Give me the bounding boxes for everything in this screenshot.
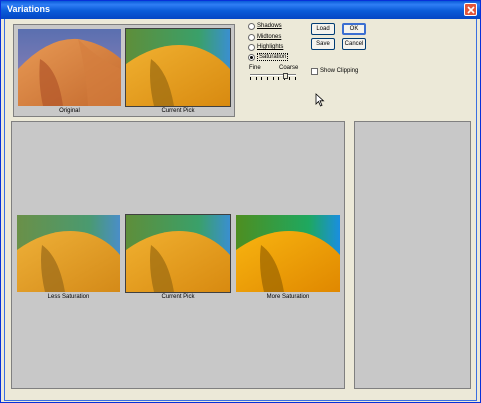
radio-shadows[interactable]: Shadows bbox=[248, 21, 282, 31]
more-saturation-caption: More Saturation bbox=[266, 294, 310, 300]
load-button[interactable]: Load bbox=[311, 23, 335, 35]
cancel-button[interactable]: Cancel bbox=[342, 38, 366, 50]
show-clipping-label: Show Clipping bbox=[320, 68, 359, 74]
main-current-pick-image bbox=[126, 215, 230, 292]
close-icon bbox=[467, 6, 475, 14]
current-pick-caption: Current Pick bbox=[161, 108, 195, 114]
radio-button[interactable] bbox=[248, 33, 255, 41]
less-saturation-caption: Less Saturation bbox=[47, 294, 90, 300]
current-pick-image bbox=[126, 29, 230, 106]
radio-midtones[interactable]: Midtones bbox=[248, 32, 281, 42]
coarse-label: Coarse bbox=[279, 65, 299, 71]
mouse-cursor-icon bbox=[315, 93, 325, 107]
original-caption: Original bbox=[59, 108, 80, 114]
main-current-pick-caption: Current Pick bbox=[161, 294, 195, 300]
radio-label-highlights: Highlights bbox=[257, 44, 284, 50]
brightness-side-panel bbox=[354, 121, 471, 389]
fine-coarse-slider-thumb[interactable] bbox=[283, 73, 288, 79]
radio-label-midtones: Midtones bbox=[257, 34, 282, 40]
main-current-pick-thumbnail[interactable] bbox=[125, 214, 231, 293]
more-saturation-thumbnail[interactable] bbox=[236, 215, 340, 292]
window-title: Variations bbox=[7, 4, 51, 14]
radio-button[interactable] bbox=[248, 43, 255, 51]
fine-coarse-slider-track[interactable] bbox=[250, 74, 296, 76]
original-thumbnail[interactable] bbox=[18, 29, 121, 106]
original-image bbox=[18, 29, 121, 106]
radio-button[interactable] bbox=[248, 22, 255, 30]
variations-window: Variations Original Current Pick Shadows… bbox=[0, 0, 481, 403]
ok-button[interactable]: OK bbox=[342, 23, 366, 35]
save-button[interactable]: Save bbox=[311, 38, 335, 50]
less-saturation-image bbox=[17, 215, 120, 292]
title-bar[interactable]: Variations bbox=[1, 1, 480, 19]
fine-label: Fine bbox=[249, 65, 261, 71]
close-button[interactable] bbox=[464, 3, 477, 16]
radio-saturation[interactable]: Saturation bbox=[248, 52, 289, 62]
radio-label-shadows: Shadows bbox=[257, 23, 282, 29]
variations-main-panel: Less Saturation Current Pick More Satura… bbox=[11, 121, 345, 389]
radio-highlights[interactable]: Highlights bbox=[248, 42, 283, 52]
radio-label-saturation: Saturation bbox=[257, 53, 289, 61]
slider-ticks bbox=[250, 77, 296, 80]
radio-button-checked[interactable] bbox=[248, 53, 255, 61]
show-clipping-checkbox[interactable] bbox=[311, 68, 318, 75]
less-saturation-thumbnail[interactable] bbox=[17, 215, 120, 292]
original-current-panel: Original Current Pick bbox=[13, 24, 235, 117]
current-pick-thumbnail[interactable] bbox=[125, 28, 231, 107]
more-saturation-image bbox=[236, 215, 340, 292]
